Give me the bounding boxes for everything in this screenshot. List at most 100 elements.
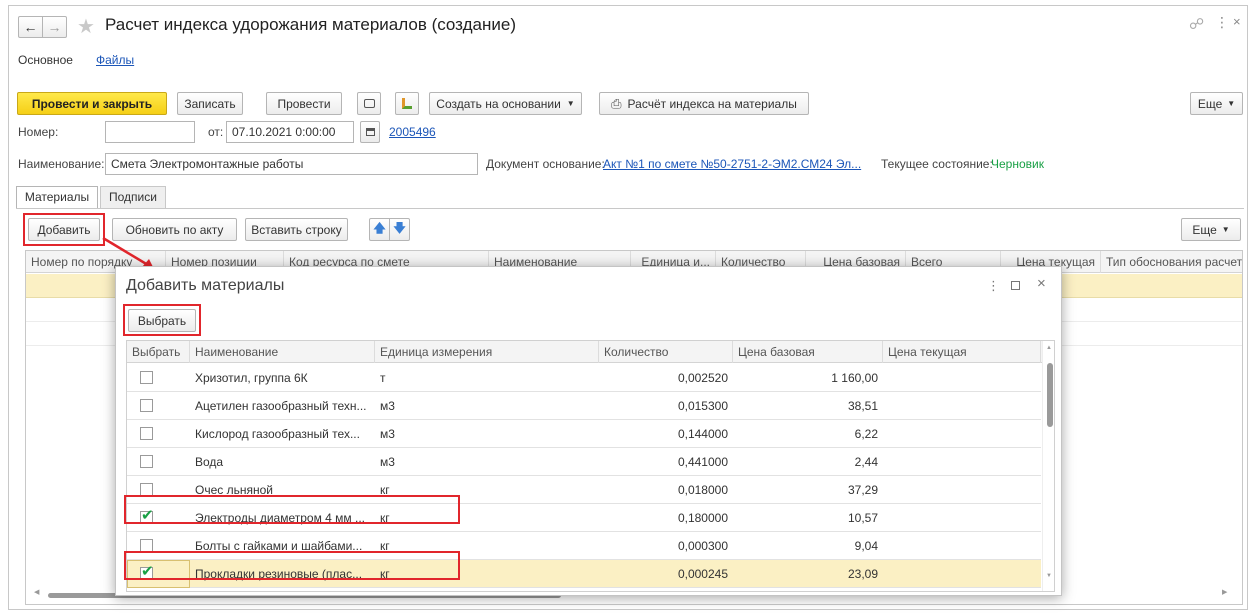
list-item[interactable]: Кислород газообразный тех... м3 0,144000 6,… [127, 420, 1041, 448]
base-document-link[interactable]: Акт №1 по смете №50-2751-2-ЭМ2.СМ24 Эл..… [603, 157, 861, 171]
unit-cell: м3 [380, 455, 395, 469]
tab-files[interactable]: Файлы [96, 53, 134, 67]
quantity-cell: 0,144000 [677, 427, 728, 441]
name-label: Наименование: [18, 157, 105, 171]
maximize-icon[interactable] [1011, 281, 1020, 290]
dialog-close-icon[interactable]: × [1037, 275, 1046, 292]
base-price-cell: 2,44 [854, 455, 878, 469]
scroll-right-icon[interactable]: ▶ [1222, 588, 1227, 596]
current-price-cell [888, 392, 1038, 420]
comment-button[interactable] [357, 92, 381, 115]
tab-materials[interactable]: Материалы [16, 186, 98, 208]
unit-cell: м3 [380, 427, 395, 441]
forward-button[interactable]: → [42, 16, 67, 38]
create-based-button[interactable]: Создать на основании ▼ [429, 92, 582, 115]
date-label: от: [208, 125, 224, 139]
hierarchy-icon [402, 98, 412, 109]
checked-row-highlight [124, 551, 460, 580]
tab-main[interactable]: Основное [18, 53, 73, 67]
col-select[interactable]: Выбрать [127, 341, 190, 363]
more-button[interactable]: Еще ▼ [1190, 92, 1243, 115]
select-checkbox[interactable] [140, 371, 153, 384]
chevron-down-icon: ▼ [1221, 225, 1230, 234]
current-price-cell [888, 560, 1038, 588]
base-price-cell: 6,22 [854, 427, 878, 441]
menu-dots-icon[interactable]: ⋮ [1215, 14, 1229, 31]
arrow-left-icon: ← [23, 19, 38, 35]
post-and-close-button[interactable]: Провести и закрыть [17, 92, 167, 115]
number-label: Номер: [18, 125, 59, 139]
select-checkbox[interactable] [140, 427, 153, 440]
printer-icon: ⎙ [611, 95, 622, 111]
move-up-button[interactable]: 🡅 [369, 218, 390, 241]
link-icon[interactable]: ☍ [1189, 15, 1204, 33]
close-icon[interactable]: × [1233, 14, 1241, 29]
base-price-cell: 37,29 [847, 483, 878, 497]
post-button[interactable]: Провести [266, 92, 342, 115]
window-title: Расчет индекса удорожания материалов (со… [105, 15, 516, 34]
date-field[interactable]: 07.10.2021 0:00:00 [226, 121, 354, 143]
quantity-cell: 0,441000 [677, 455, 728, 469]
move-down-button[interactable]: 🡇 [389, 218, 410, 241]
name-field[interactable]: Смета Электромонтажные работы [105, 153, 478, 175]
calendar-button[interactable] [360, 121, 380, 143]
scroll-down-icon[interactable]: ▼ [1046, 573, 1052, 579]
speech-bubble-icon [363, 99, 375, 108]
base-price-cell: 1 160,00 [831, 371, 878, 385]
list-item[interactable]: Ацетилен газообразный техн... м3 0,015300 3… [127, 392, 1041, 420]
material-name: Вода [195, 455, 224, 469]
state-value: Черновик [991, 157, 1044, 171]
chevron-down-icon: ▼ [1227, 99, 1236, 108]
current-price-cell [888, 448, 1038, 476]
base-price-cell: 23,09 [847, 567, 878, 581]
document-number-link[interactable]: 2005496 [389, 125, 436, 139]
write-button[interactable]: Записать [177, 92, 243, 115]
vertical-scrollbar[interactable]: ▲ ▼ [1042, 341, 1054, 591]
select-checkbox[interactable] [140, 455, 153, 468]
scroll-up-icon[interactable]: ▲ [1046, 345, 1052, 351]
table-more-button[interactable]: Еще ▼ [1181, 218, 1241, 241]
list-item[interactable]: Хризотил, группа 6К т 0,002520 1 160,00 [127, 364, 1041, 392]
col-unit[interactable]: Единица измерения [375, 341, 599, 363]
unit-cell: м3 [380, 399, 395, 413]
col-current-price[interactable]: Цена текущая [883, 341, 1041, 363]
list-item[interactable]: Вода м3 0,441000 2,44 [127, 448, 1041, 476]
current-price-cell [888, 420, 1038, 448]
quantity-cell: 0,015300 [677, 399, 728, 413]
index-calc-button[interactable]: ⎙ Расчёт индекса на материалы [599, 92, 809, 115]
select-button-highlight [123, 304, 201, 336]
tab-signatures[interactable]: Подписи [100, 186, 166, 208]
quantity-cell: 0,018000 [677, 483, 728, 497]
quantity-cell: 0,000300 [677, 539, 728, 553]
col-calc-type[interactable]: Тип обоснования расчета [1101, 251, 1242, 273]
dialog-title: Добавить материалы [126, 277, 285, 294]
base-price-cell: 9,04 [854, 539, 878, 553]
select-cell [127, 420, 190, 448]
current-price-cell [888, 504, 1038, 532]
scroll-left-icon[interactable]: ◀ [34, 588, 39, 596]
material-name: Кислород газообразный тех... [195, 427, 360, 441]
dialog-menu-icon[interactable]: ⋮ [987, 278, 1000, 294]
select-cell [127, 364, 190, 392]
scrollbar-thumb[interactable] [1047, 363, 1053, 427]
calendar-icon [365, 128, 375, 136]
col-base-price[interactable]: Цена базовая [733, 341, 883, 363]
current-price-cell [888, 476, 1038, 504]
col-material-name[interactable]: Наименование [190, 341, 375, 363]
insert-row-button[interactable]: Вставить строку [245, 218, 348, 241]
quantity-cell: 0,000245 [677, 567, 728, 581]
col-quantity[interactable]: Количество [599, 341, 733, 363]
base-price-cell: 10,57 [847, 511, 878, 525]
number-field[interactable] [105, 121, 195, 143]
select-cell [127, 448, 190, 476]
state-label: Текущее состояние: [881, 157, 993, 171]
back-button[interactable]: ← [18, 16, 43, 38]
base-document-label: Документ основание: [486, 157, 605, 171]
structure-button[interactable] [395, 92, 419, 115]
chevron-down-icon: ▼ [566, 99, 575, 108]
star-icon[interactable]: ★ [77, 14, 95, 39]
select-checkbox[interactable] [140, 399, 153, 412]
unit-cell: т [380, 371, 386, 385]
quantity-cell: 0,180000 [677, 511, 728, 525]
arrow-down-icon: 🡇 [393, 221, 406, 235]
